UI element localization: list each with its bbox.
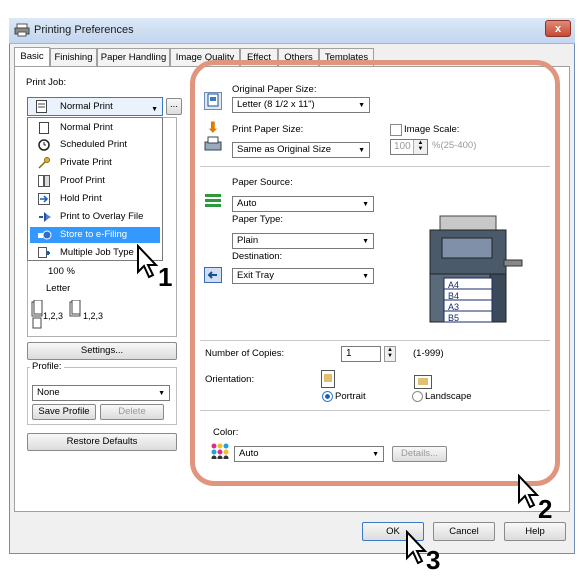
printer-icon [14,23,30,37]
key-icon [38,157,50,169]
collate-label-2: 1,2,3 [83,311,104,321]
profile-label: Profile: [30,361,64,372]
page-icon [36,100,47,115]
preview-paper: Letter [46,283,71,294]
page-icon [38,122,50,134]
collate-label-1: 1,2,3 [43,311,64,321]
delete-profile-button[interactable]: Delete [100,404,164,420]
tab-paper-handling[interactable]: Paper Handling [97,48,170,66]
option-private-print[interactable]: Private Print [30,155,160,171]
restore-defaults-button[interactable]: Restore Defaults [27,433,177,451]
highlight-frame [190,60,560,486]
option-proof-print[interactable]: Proof Print [30,173,160,189]
multi-icon [38,247,50,259]
print-job-select[interactable]: Normal Print ▼ [27,97,163,116]
overlay-icon [38,211,51,223]
print-job-label: Print Job: [26,77,67,88]
callout-2: 2 [538,494,553,524]
option-scheduled-print[interactable]: Scheduled Print [30,137,160,153]
option-normal-print[interactable]: Normal Print [30,120,160,136]
callout-1: 1 [158,262,173,292]
cursor-arrow-icon [136,243,160,287]
tab-basic[interactable]: Basic [14,47,50,67]
chevron-down-icon: ▼ [151,106,158,113]
settings-button[interactable]: Settings... [27,342,177,360]
close-button[interactable]: x [545,20,571,37]
hold-icon [38,193,50,205]
chevron-down-icon: ▼ [158,390,165,397]
help-button[interactable]: Help [504,522,566,541]
print-job-value: Normal Print [60,101,113,112]
print-job-dropdown: Normal Print Scheduled Print Private Pri… [27,117,163,261]
preview-zoom: 100 % [48,266,75,277]
profile-select[interactable]: None ▼ [32,385,170,401]
callout-3: 3 [426,545,441,575]
print-job-more-button[interactable]: ... [166,98,182,115]
clock-icon [38,139,50,151]
proof-icon [38,175,50,187]
save-profile-button[interactable]: Save Profile [32,404,96,420]
tab-finishing[interactable]: Finishing [50,48,97,66]
option-print-to-overlay[interactable]: Print to Overlay File [30,209,160,225]
option-hold-print[interactable]: Hold Print [30,191,160,207]
efiling-icon [38,229,52,241]
window-title: Printing Preferences [34,24,134,36]
cancel-button[interactable]: Cancel [433,522,495,541]
option-store-to-efiling[interactable]: Store to e-Filing [30,227,160,243]
